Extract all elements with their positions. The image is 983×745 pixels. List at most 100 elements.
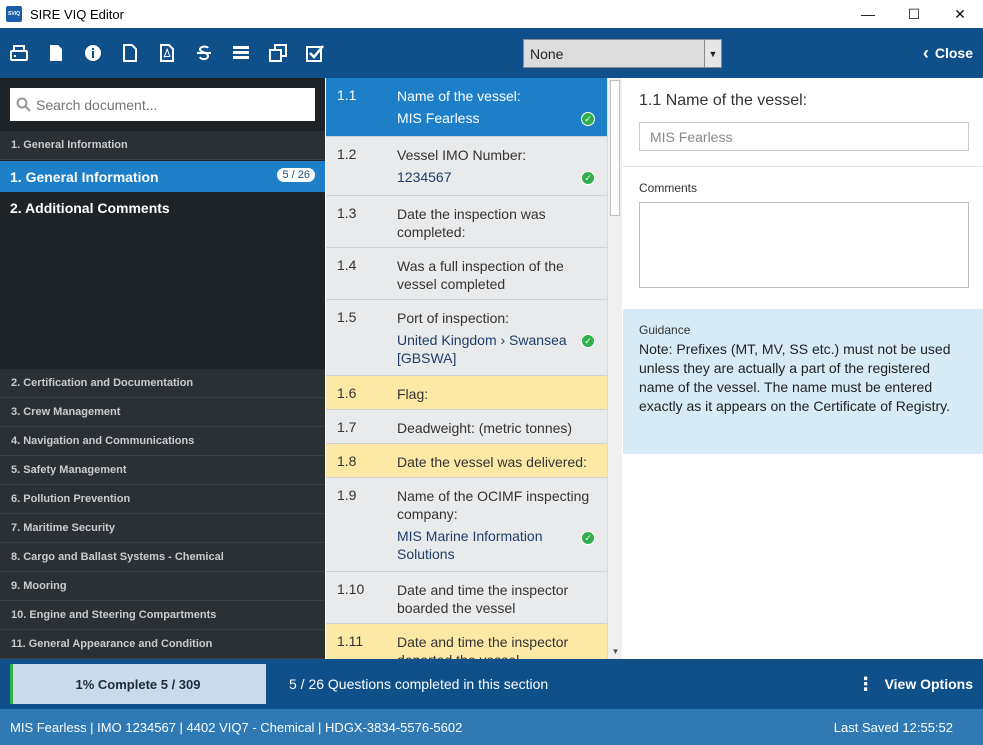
sidebar-section-header[interactable]: 1. General Information — [0, 131, 325, 160]
view-options-label: View Options — [884, 676, 973, 692]
question-answer: MIS Fearless — [397, 110, 480, 126]
sidebar-item-additional-comments[interactable]: 2. Additional Comments — [0, 192, 325, 223]
maximize-button[interactable]: ☐ — [891, 0, 937, 28]
question-text: Date and time the inspector departed the… — [397, 634, 569, 659]
checkbox-icon[interactable] — [296, 28, 333, 78]
question-row-1-7[interactable]: 1.7 Deadweight: (metric tonnes) — [326, 410, 607, 444]
app-logo-icon: SVIQ — [6, 6, 22, 22]
sidebar-item-general-information[interactable]: 1. General Information 5 / 26 — [0, 161, 325, 192]
window-close-button[interactable]: ✕ — [937, 0, 983, 28]
question-number: 1.7 — [337, 419, 357, 435]
question-list: 1.1 Name of the vessel: MIS Fearless ✓ 1… — [326, 78, 607, 659]
info-icon[interactable] — [74, 28, 111, 78]
last-saved: Last Saved 12:55:52 — [833, 719, 953, 735]
blank-page-icon[interactable] — [111, 28, 148, 78]
scrollbar-thumb[interactable] — [610, 80, 620, 216]
close-button[interactable]: ‹ Close — [923, 28, 973, 78]
copy-icon[interactable] — [259, 28, 296, 78]
toolbar: None ▼ ‹ Close — [0, 28, 983, 78]
question-row-1-2[interactable]: 1.2 Vessel IMO Number: 1234567 ✓ — [326, 137, 607, 196]
overall-progress-bar: 1% Complete 5 / 309 — [10, 664, 266, 704]
question-row-1-11[interactable]: 1.11 Date and time the inspector departe… — [326, 624, 607, 659]
close-button-label: Close — [934, 45, 973, 61]
guidance-label: Guidance — [639, 323, 691, 337]
question-row-1-3[interactable]: 1.3 Date the inspection was completed: — [326, 196, 607, 248]
question-number: 1.1 — [337, 87, 357, 103]
question-number: 1.8 — [337, 453, 357, 469]
question-row-1-9[interactable]: 1.9 Name of the OCIMF inspecting company… — [326, 478, 607, 572]
sidebar-section-navigation[interactable]: 4. Navigation and Communications — [0, 427, 325, 456]
pdf-icon[interactable] — [148, 28, 185, 78]
check-icon: ✓ — [581, 171, 595, 185]
search-input[interactable] — [36, 96, 306, 113]
question-text: Flag: — [397, 386, 429, 402]
question-list-scrollbar[interactable]: ▼ — [607, 78, 622, 659]
comments-textarea[interactable] — [639, 202, 969, 288]
sidebar-section-safety[interactable]: 5. Safety Management — [0, 456, 325, 485]
window-title: SIRE VIQ Editor — [30, 6, 124, 22]
sidebar-section-engine[interactable]: 10. Engine and Steering Compartments — [0, 601, 325, 630]
comments-label: Comments — [639, 181, 698, 195]
question-row-1-5[interactable]: 1.5 Port of inspection: United Kingdom ›… — [326, 300, 607, 376]
question-answer: 1234567 — [397, 169, 452, 185]
filter-dropdown[interactable]: None ▼ — [523, 39, 722, 68]
question-detail-panel: 1.1 Name of the vessel: MIS Fearless Com… — [623, 78, 983, 659]
question-row-1-4[interactable]: 1.4 Was a full inspection of the vessel … — [326, 248, 607, 300]
strikethrough-icon[interactable] — [185, 28, 222, 78]
question-number: 1.9 — [337, 487, 357, 503]
progress-label: 1% Complete 5 / 309 — [75, 676, 201, 692]
question-number: 1.5 — [337, 309, 357, 325]
sidebar-section-appearance[interactable]: 11. General Appearance and Condition — [0, 630, 325, 659]
question-number: 1.6 — [337, 385, 357, 401]
sidebar-item-label: 2. Additional Comments — [10, 199, 170, 216]
sidebar-section-crew[interactable]: 3. Crew Management — [0, 398, 325, 427]
scroll-down-arrow-icon[interactable]: ▼ — [608, 644, 623, 659]
filter-dropdown-value: None — [530, 45, 564, 62]
chevron-left-icon: ‹ — [922, 42, 929, 63]
title-bar: SVIQ SIRE VIQ Editor — ☐ ✕ — [0, 0, 983, 28]
question-answer: MIS Marine Information Solutions — [397, 528, 543, 562]
question-title: 1.1 Name of the vessel: — [639, 92, 808, 109]
sidebar-section-mooring[interactable]: 9. Mooring — [0, 572, 325, 601]
search-icon — [10, 97, 36, 112]
list-icon[interactable] — [222, 28, 259, 78]
check-icon: ✓ — [581, 112, 595, 126]
question-text: Date the vessel was delivered: — [397, 454, 587, 470]
sidebar-item-label: 1. General Information — [10, 168, 159, 185]
question-row-1-8[interactable]: 1.8 Date the vessel was delivered: — [326, 444, 607, 478]
sidebar-section-security[interactable]: 7. Maritime Security — [0, 514, 325, 543]
sidebar-section-certification[interactable]: 2. Certification and Documentation — [0, 369, 325, 398]
save-icon[interactable] — [0, 28, 37, 78]
answer-input[interactable]: MIS Fearless — [639, 122, 969, 151]
question-number: 1.2 — [337, 146, 357, 162]
new-document-icon[interactable] — [37, 28, 74, 78]
view-options-button[interactable]: ⋮ View Options — [857, 659, 973, 709]
question-text: Name of the OCIMF inspecting company: — [397, 488, 590, 522]
question-text: Date the inspection was completed: — [397, 206, 546, 240]
check-icon: ✓ — [581, 531, 595, 545]
progress-badge: 5 / 26 — [277, 168, 315, 182]
question-number: 1.3 — [337, 205, 357, 221]
question-number: 1.10 — [337, 581, 365, 597]
question-number: 1.11 — [337, 633, 364, 649]
section-status: 5 / 26 Questions completed in this secti… — [289, 676, 549, 692]
question-text: Name of the vessel: — [397, 88, 521, 104]
more-vertical-icon: ⋮ — [856, 674, 875, 694]
sidebar-section-pollution[interactable]: 6. Pollution Prevention — [0, 485, 325, 514]
question-row-1-10[interactable]: 1.10 Date and time the inspector boarded… — [326, 572, 607, 624]
guidance-text: Note: Prefixes (MT, MV, SS etc.) must no… — [639, 341, 951, 414]
question-row-1-1[interactable]: 1.1 Name of the vessel: MIS Fearless ✓ — [326, 78, 607, 137]
progress-fill — [10, 664, 13, 704]
search-box[interactable] — [10, 88, 315, 121]
window-controls: — ☐ ✕ — [845, 0, 983, 28]
sidebar-section-cargo[interactable]: 8. Cargo and Ballast Systems - Chemical — [0, 543, 325, 572]
question-row-1-6[interactable]: 1.6 Flag: — [326, 376, 607, 410]
question-answer: United Kingdom › Swansea [GBSWA] — [397, 332, 567, 366]
bottom-bar: 1% Complete 5 / 309 5 / 26 Questions com… — [0, 659, 983, 709]
question-number: 1.4 — [337, 257, 357, 273]
chevron-down-icon[interactable]: ▼ — [704, 40, 721, 67]
minimize-button[interactable]: — — [845, 0, 891, 28]
question-text: Date and time the inspector boarded the … — [397, 582, 569, 616]
question-text: Was a full inspection of the vessel comp… — [397, 258, 564, 292]
vessel-info: MIS Fearless | IMO 1234567 | 4402 VIQ7 -… — [10, 719, 463, 735]
